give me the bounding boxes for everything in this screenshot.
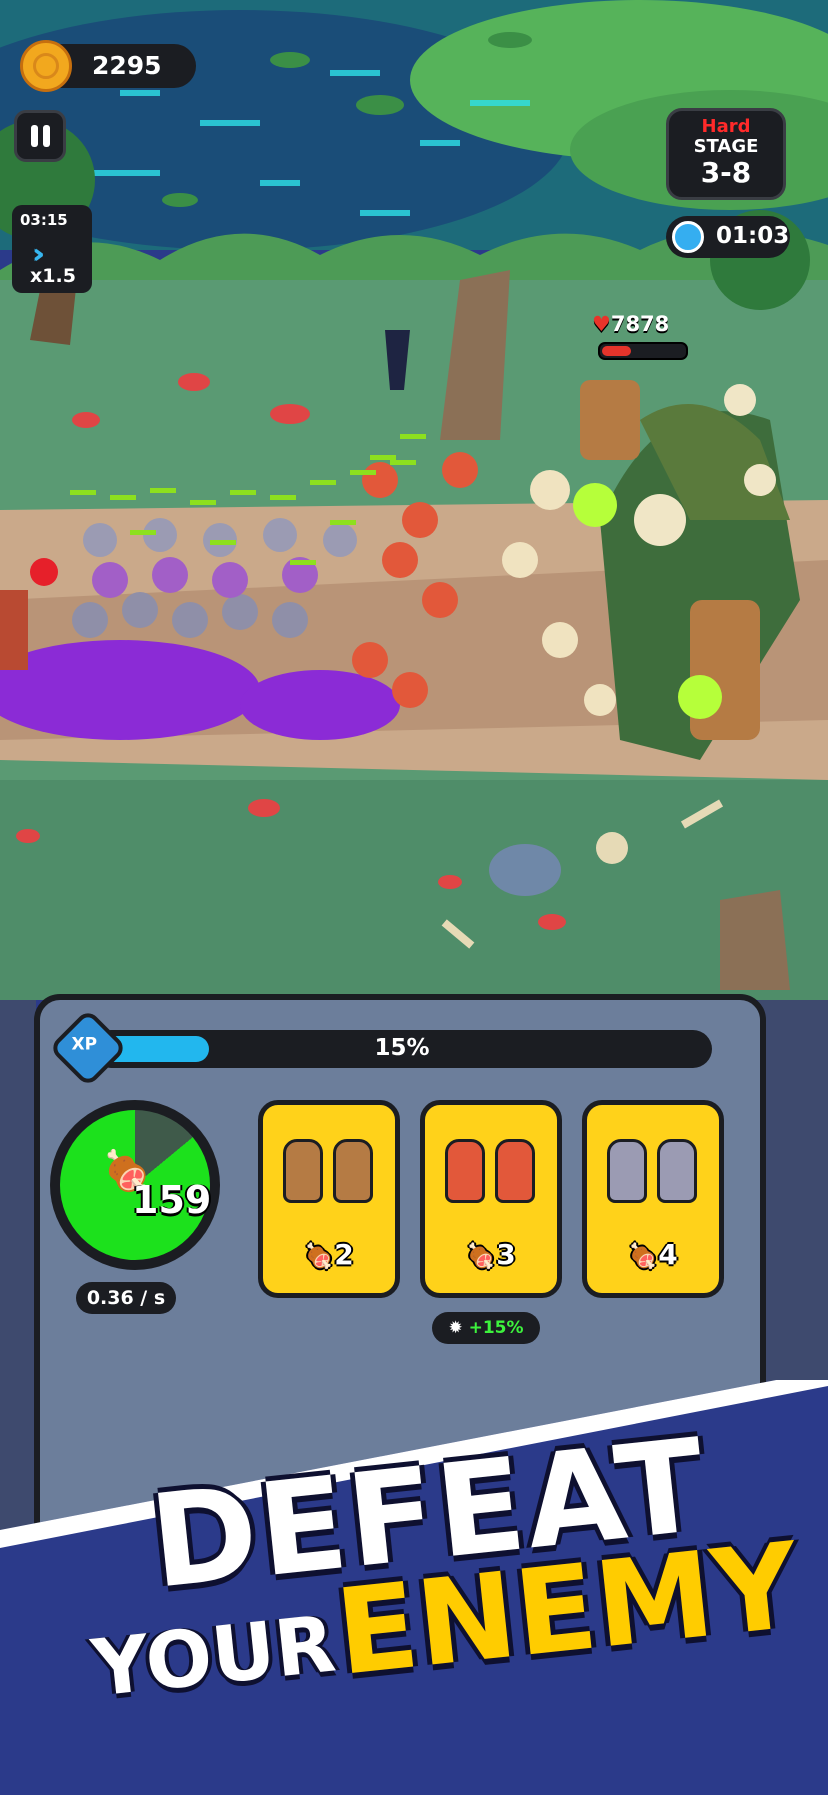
speed-multiplier: x1.5 <box>30 265 76 287</box>
unit-card-peasant[interactable]: 🍖2 <box>258 1100 400 1298</box>
coin-counter: 2295 <box>20 40 196 92</box>
xp-badge-icon: XP <box>48 1008 128 1088</box>
meat-icon: 🍖 <box>466 1242 497 1270</box>
enemy-hp-label: ♥7878 <box>592 312 669 336</box>
knight-unit-icon <box>607 1139 647 1203</box>
stage-number: 3-8 <box>700 156 752 189</box>
enemy-hp-bar <box>598 342 688 360</box>
meat-count: 159 <box>132 1178 212 1222</box>
speed-timer: 03:15 <box>20 211 68 229</box>
peasant-unit-icon <box>333 1139 373 1203</box>
meat-rate: 0.36 / s <box>76 1282 176 1314</box>
meat-icon: 🍖 <box>628 1242 659 1270</box>
archer-unit-icon <box>445 1139 485 1203</box>
xp-label: XP <box>71 1034 98 1055</box>
rage-icon: ✹ <box>448 1318 463 1338</box>
coin-icon <box>20 40 72 92</box>
archer-unit-icon <box>495 1139 535 1203</box>
unit-card-archer[interactable]: 🍖3 <box>420 1100 562 1298</box>
unit-cost: 3 <box>496 1238 516 1271</box>
xp-percent: 15% <box>374 1035 430 1061</box>
unit-cost: 4 <box>658 1238 678 1271</box>
heart-icon: ♥ <box>592 312 611 336</box>
archer-bonus-badge: ✹ +15% <box>432 1312 540 1344</box>
timer-value: 01:03 <box>716 223 790 249</box>
peasant-unit-icon <box>283 1139 323 1203</box>
enemy-hp-fill <box>602 346 631 356</box>
stage-label: STAGE <box>693 136 759 157</box>
meat-resource: 🍖 159 <box>50 1100 220 1270</box>
battle-timer: 01:03 <box>666 216 790 258</box>
knight-unit-icon <box>657 1139 697 1203</box>
coin-value: 2295 <box>92 51 162 80</box>
difficulty-label: Hard <box>701 116 751 137</box>
bonus-value: +15% <box>468 1318 524 1338</box>
enemy-hp-value: 7878 <box>610 312 670 336</box>
unit-cost: 2 <box>334 1238 354 1271</box>
unit-card-knight[interactable]: 🍖4 <box>582 1100 724 1298</box>
pause-icon <box>31 125 38 147</box>
xp-progress-bar: 15% <box>92 1030 712 1068</box>
meat-icon: 🍖 <box>304 1242 335 1270</box>
stage-info: Hard STAGE 3-8 <box>666 108 786 200</box>
timer-icon <box>672 221 704 253</box>
speed-boost-button[interactable]: 03:15 ›› x1.5 <box>12 205 92 293</box>
pause-icon-bar <box>43 125 50 147</box>
pause-button[interactable] <box>14 110 66 162</box>
